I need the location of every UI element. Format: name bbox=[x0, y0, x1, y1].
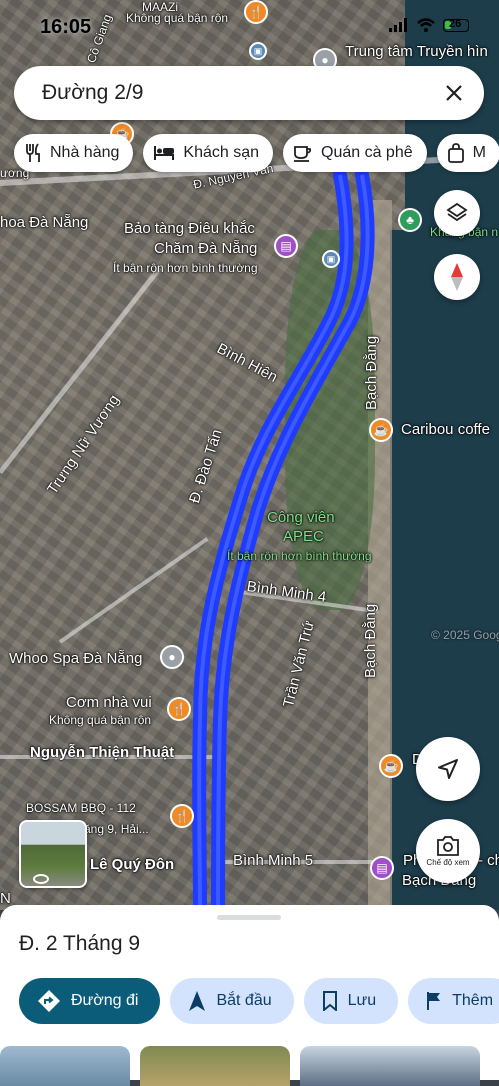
poi-label-bossam[interactable]: BOSSAM BBQ - 112 bbox=[26, 801, 136, 815]
status-icons: 26 bbox=[389, 18, 469, 32]
park-pin-icon[interactable]: ♣ bbox=[398, 208, 422, 232]
chip-label: Khách sạn bbox=[183, 144, 259, 161]
poi-label-caribou[interactable]: Caribou coffe bbox=[401, 421, 490, 438]
layers-icon bbox=[446, 202, 468, 222]
wifi-icon bbox=[417, 18, 435, 32]
poi-label-cong-vien-2[interactable]: APEC bbox=[283, 528, 324, 545]
view-mode-button[interactable]: Chế độ xem bbox=[416, 819, 480, 883]
poi-status-bao-tang: Ít bận rộn hơn bình thường bbox=[113, 261, 258, 275]
navigation-arrow-icon bbox=[438, 759, 458, 779]
chip-label: Nhà hàng bbox=[50, 144, 120, 161]
more-label: Thêm bbox=[452, 992, 494, 1009]
start-label: Bắt đầu bbox=[216, 992, 272, 1009]
street-label-n: N bbox=[0, 890, 11, 907]
photo-strip bbox=[0, 1046, 499, 1086]
photo-thumbnail[interactable] bbox=[300, 1046, 480, 1086]
street-label-le-quy-don: Lê Quý Đôn bbox=[90, 856, 175, 873]
coffee-pin-icon[interactable]: ☕ bbox=[369, 418, 393, 442]
search-bar[interactable]: Đường 2/9 bbox=[14, 66, 484, 120]
close-icon[interactable] bbox=[438, 77, 470, 109]
landmark-pin-icon[interactable]: ▤ bbox=[370, 856, 394, 880]
poi-label-whoo-spa[interactable]: Whoo Spa Đà Nẵng bbox=[9, 650, 142, 667]
action-buttons: Đường đi Bắt đầu Lưu Thêm bbox=[19, 978, 499, 1024]
battery-icon: 26 bbox=[443, 17, 469, 32]
chip-hotels[interactable]: Khách sạn bbox=[143, 134, 273, 172]
poi-label-hoa-da-nang[interactable]: hoa Đà Nẵng bbox=[0, 214, 88, 231]
bus-stop-icon[interactable]: ▣ bbox=[322, 250, 340, 268]
my-location-button[interactable] bbox=[416, 737, 480, 801]
chip-shopping[interactable]: M bbox=[436, 134, 499, 172]
place-title: Đ. 2 Tháng 9 bbox=[19, 932, 141, 955]
poi-label-bossam-2[interactable]: ăng 9, Hải... bbox=[84, 822, 149, 836]
layers-button[interactable] bbox=[434, 190, 480, 236]
photo-thumbnail[interactable] bbox=[140, 1046, 290, 1086]
directions-button[interactable]: Đường đi bbox=[19, 978, 161, 1024]
map-copyright: © 2025 Google bbox=[431, 628, 499, 642]
restaurant-pin-icon[interactable]: 🍴 bbox=[167, 697, 191, 721]
signal-icon bbox=[389, 18, 407, 32]
street-label-bach-dang-1: Bạch Đằng bbox=[363, 335, 380, 410]
category-chips: Nhà hàng Khách sạn Quán cà phê M bbox=[14, 134, 499, 172]
poi-label-com-nha-vui[interactable]: Cơm nhà vui bbox=[66, 694, 152, 711]
location-pin-icon[interactable]: ● bbox=[160, 645, 184, 669]
photo-thumbnail[interactable] bbox=[0, 1046, 130, 1086]
chip-label: M bbox=[472, 144, 486, 161]
compass-button[interactable] bbox=[434, 254, 480, 300]
chip-coffee[interactable]: Quán cà phê bbox=[283, 134, 427, 172]
museum-pin-icon[interactable]: ▤ bbox=[274, 234, 298, 258]
bottom-sheet[interactable]: Đ. 2 Tháng 9 Đường đi Bắt đầu Lưu Thêm bbox=[0, 905, 499, 1086]
chip-restaurants[interactable]: Nhà hàng bbox=[14, 134, 134, 172]
coffee-pin-icon[interactable]: ☕ bbox=[379, 754, 403, 778]
battery-level: 26 bbox=[449, 17, 462, 30]
compass-icon bbox=[451, 263, 463, 291]
street-view-thumbnail[interactable] bbox=[19, 820, 87, 888]
restaurant-pin-icon[interactable]: 🍴 bbox=[170, 804, 194, 828]
poi-label-cong-vien-1[interactable]: Công viên bbox=[267, 509, 335, 526]
chip-label: Quán cà phê bbox=[321, 144, 413, 161]
view-mode-label: Chế độ xem bbox=[426, 857, 470, 867]
more-button[interactable]: Thêm bbox=[408, 978, 499, 1024]
camera-icon bbox=[437, 835, 459, 856]
street-label-binh-minh-5: Bình Minh 5 bbox=[233, 852, 314, 869]
status-time: 16:05 bbox=[40, 16, 92, 38]
shopping-bag-icon bbox=[447, 143, 464, 163]
directions-label: Đường đi bbox=[71, 992, 139, 1009]
street-label-nguyen-thien-thuat: Nguyễn Thiện Thuật bbox=[30, 744, 175, 761]
start-button[interactable]: Bắt đầu bbox=[170, 978, 294, 1024]
navigation-arrow-icon bbox=[189, 991, 206, 1011]
street-view-icon bbox=[33, 874, 49, 884]
restaurant-icon bbox=[26, 143, 40, 162]
bookmark-icon bbox=[322, 991, 337, 1011]
poi-label-bao-tang-1[interactable]: Bảo tàng Điêu khắc bbox=[124, 220, 255, 237]
save-label: Lưu bbox=[347, 992, 377, 1009]
save-button[interactable]: Lưu bbox=[303, 978, 399, 1024]
flag-icon bbox=[427, 992, 441, 1010]
search-query[interactable]: Đường 2/9 bbox=[42, 81, 143, 105]
poi-status-com-nha-vui: Không quá bận rộn bbox=[49, 713, 152, 727]
status-bar: 16:05 26 bbox=[0, 0, 499, 50]
poi-status-cong-vien: Ít bận rộn hơn bình thường bbox=[227, 549, 372, 563]
sheet-handle[interactable] bbox=[217, 915, 281, 920]
poi-label-bao-tang-2[interactable]: Chăm Đà Nẵng bbox=[154, 240, 257, 257]
street-label-bach-dang-2: Bạch Đằng bbox=[362, 603, 379, 678]
directions-icon bbox=[38, 990, 60, 1012]
coffee-icon bbox=[294, 146, 312, 162]
poi-label-ph-2[interactable]: - ch bbox=[478, 852, 499, 869]
hotel-icon bbox=[154, 146, 175, 160]
